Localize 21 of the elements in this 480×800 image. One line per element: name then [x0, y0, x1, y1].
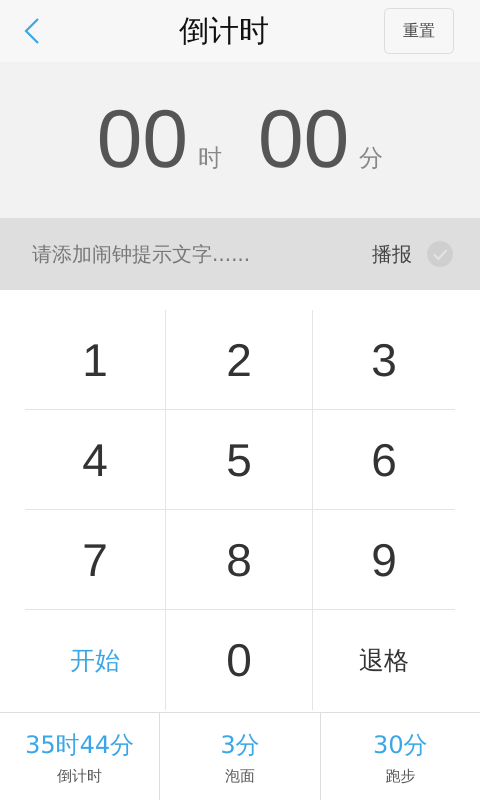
digit-key[interactable]: 2 [166, 310, 313, 410]
hours-value: 00 [96, 99, 188, 181]
reminder-text-field[interactable]: 请添加闹钟提示文字...... [32, 242, 372, 266]
preset-name: 跑步 [385, 766, 416, 786]
preset-time: 3分 [220, 730, 260, 760]
preset-time: 30分 [373, 730, 428, 760]
announce-label: 播报 [372, 240, 412, 268]
page-title: 倒计时 [179, 12, 269, 50]
digit-key[interactable]: 5 [166, 410, 313, 510]
digit-key[interactable]: 7 [25, 510, 166, 610]
hours-unit: 时 [198, 143, 222, 174]
preset-time: 35时44分 [25, 730, 134, 760]
digit-key[interactable]: 4 [25, 410, 166, 510]
back-icon [24, 17, 40, 45]
minutes-unit: 分 [359, 143, 384, 174]
preset-name: 倒计时 [57, 766, 102, 786]
minutes-value: 00 [258, 99, 350, 181]
preset-name: 泡面 [224, 766, 255, 786]
digit-key[interactable]: 1 [25, 310, 166, 410]
reset-button[interactable]: 重置 [384, 8, 454, 54]
digit-key[interactable]: 8 [166, 510, 313, 610]
